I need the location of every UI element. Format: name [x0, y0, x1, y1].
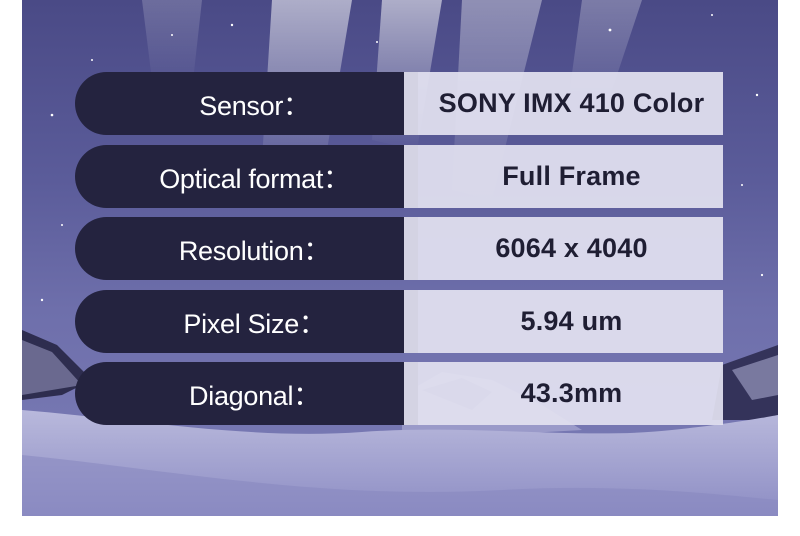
spec-row-sensor: Sensor： SONY IMX 410 Color: [22, 72, 778, 135]
spec-row-optical-format: Optical format： Full Frame: [22, 145, 778, 208]
spec-label-text: Diagonal：: [189, 381, 320, 411]
spec-value: Full Frame: [404, 145, 723, 208]
spec-value-text: 5.94 um: [520, 306, 623, 336]
spec-label: Sensor：: [75, 72, 418, 135]
spec-value-text: 43.3mm: [520, 378, 623, 408]
spec-label: Pixel Size：: [75, 290, 418, 353]
spec-value: 5.94 um: [404, 290, 723, 353]
spec-row-pixel-size: Pixel Size： 5.94 um: [22, 290, 778, 353]
spec-label-text: Resolution：: [178, 236, 331, 266]
spec-value-text: Full Frame: [502, 161, 641, 191]
spec-value: SONY IMX 410 Color: [404, 72, 723, 135]
spec-label: Optical format：: [75, 145, 418, 208]
spec-value-text: SONY IMX 410 Color: [438, 88, 705, 118]
spec-label-text: Optical format：: [159, 164, 350, 194]
spec-label-text: Pixel Size：: [183, 309, 326, 339]
spec-label: Diagonal：: [75, 362, 418, 425]
spec-row-diagonal: Diagonal： 43.3mm: [22, 362, 778, 425]
spec-row-resolution: Resolution： 6064 x 4040: [22, 217, 778, 280]
spec-value: 43.3mm: [404, 362, 723, 425]
spec-value: 6064 x 4040: [404, 217, 723, 280]
spec-label-text: Sensor：: [199, 91, 310, 121]
spec-label: Resolution：: [75, 217, 418, 280]
spec-value-text: 6064 x 4040: [495, 233, 648, 263]
